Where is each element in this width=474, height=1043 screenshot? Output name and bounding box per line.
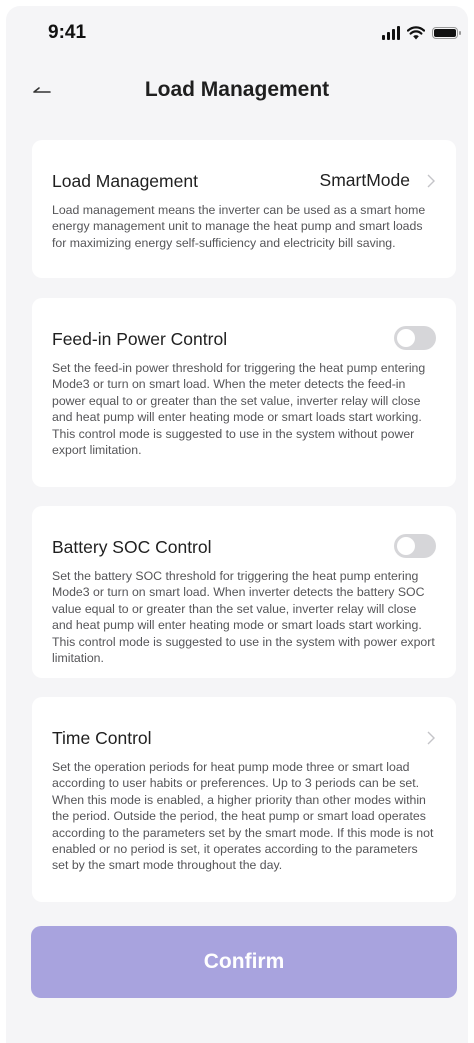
load-management-card[interactable]: Load Management SmartMode Load managemen… bbox=[32, 140, 456, 278]
card-header: Battery SOC Control bbox=[52, 532, 436, 562]
status-time: 9:41 bbox=[48, 22, 87, 43]
card-description: Set the battery SOC threshold for trigge… bbox=[52, 569, 435, 666]
time-control-card[interactable]: Time Control Set the operation periods f… bbox=[32, 697, 456, 902]
mode-value: SmartMode bbox=[319, 170, 410, 190]
card-description: Set the feed-in power threshold for trig… bbox=[52, 361, 426, 458]
card-title: Time Control bbox=[52, 727, 152, 748]
battery-soc-toggle[interactable] bbox=[394, 534, 436, 558]
toggle-knob bbox=[397, 537, 415, 555]
card-description: Load management means the inverter can b… bbox=[52, 203, 426, 250]
card-header: Time Control bbox=[52, 723, 436, 753]
card-header: Load Management SmartMode bbox=[52, 166, 436, 196]
wifi-icon bbox=[407, 26, 425, 40]
confirm-button[interactable]: Confirm bbox=[31, 926, 457, 998]
toggle-knob bbox=[397, 329, 415, 347]
status-bar: 9:41 bbox=[6, 6, 468, 58]
app-screen: 9:41 Load Management Load Management Sma… bbox=[6, 6, 468, 1043]
chevron-right-icon[interactable] bbox=[426, 174, 436, 188]
card-title: Load Management bbox=[52, 170, 198, 191]
feed-in-power-card: Feed-in Power Control Set the feed-in po… bbox=[32, 298, 456, 487]
chevron-right-icon[interactable] bbox=[426, 731, 436, 745]
card-title: Feed-in Power Control bbox=[52, 328, 228, 349]
card-header: Feed-in Power Control bbox=[52, 324, 436, 354]
card-description: Set the operation periods for heat pump … bbox=[52, 760, 434, 873]
status-icons bbox=[382, 26, 461, 40]
card-title: Battery SOC Control bbox=[52, 536, 212, 557]
feed-in-power-toggle[interactable] bbox=[394, 326, 436, 350]
nav-bar: Load Management bbox=[6, 70, 468, 114]
battery-icon bbox=[432, 27, 461, 39]
page-title: Load Management bbox=[144, 78, 330, 101]
battery-soc-card: Battery SOC Control Set the battery SOC … bbox=[32, 506, 456, 678]
cellular-signal-icon bbox=[382, 26, 400, 40]
